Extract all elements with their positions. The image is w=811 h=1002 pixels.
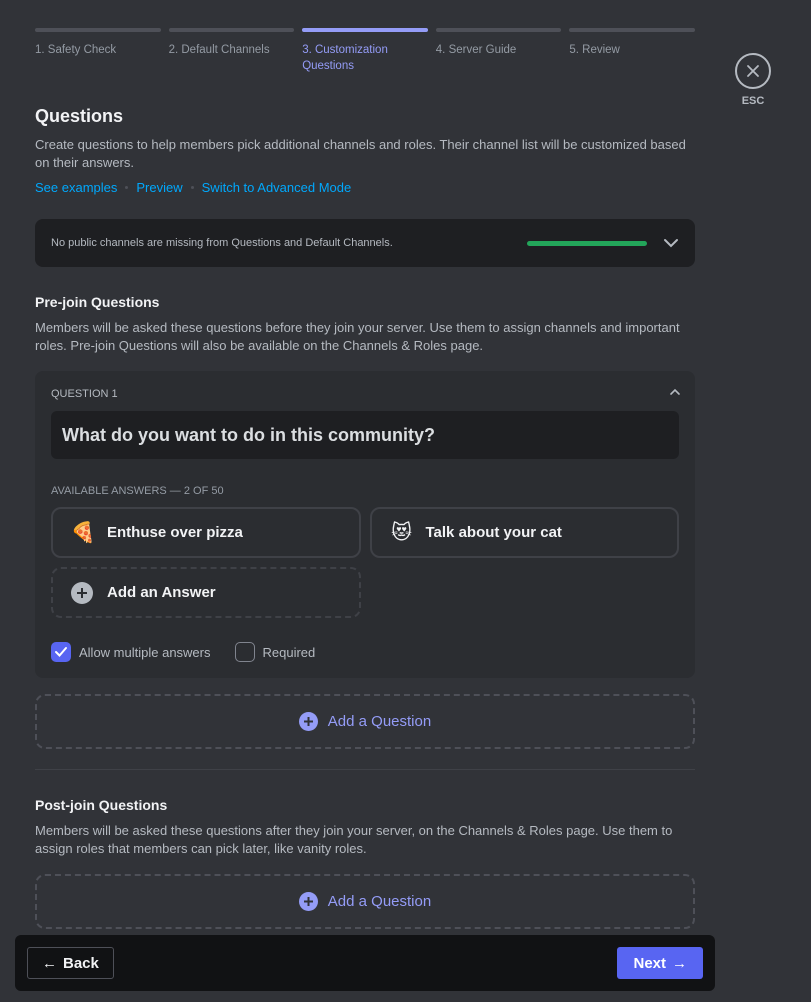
step-label: 1. Safety Check xyxy=(35,44,117,56)
question-options: Allow multiple answers Required xyxy=(51,642,679,662)
next-label: Next xyxy=(633,954,666,972)
checkbox-checked[interactable] xyxy=(51,642,71,662)
question-input[interactable]: What do you want to do in this community… xyxy=(51,411,679,459)
prejoin-description: Members will be asked these questions be… xyxy=(35,320,680,353)
page-title: Questions xyxy=(35,106,124,126)
chevron-up-icon[interactable] xyxy=(669,383,681,401)
back-label: Back xyxy=(63,954,99,972)
required-checkbox[interactable]: Required xyxy=(234,642,316,662)
advanced-mode-link[interactable]: Switch to Advanced Mode xyxy=(202,180,352,195)
next-button[interactable]: Next → xyxy=(617,947,703,979)
status-text: No public channels are missing from Ques… xyxy=(51,237,393,249)
answer-text: Enthuse over pizza xyxy=(107,524,243,541)
page-description: Create questions to help members pick ad… xyxy=(35,137,686,170)
postjoin-description: Members will be asked these questions af… xyxy=(35,823,673,856)
step-bar xyxy=(35,28,161,32)
step-bar xyxy=(569,28,695,32)
step-safety-check[interactable]: 1. Safety Check xyxy=(35,28,161,74)
arrow-right-icon: → xyxy=(672,954,687,972)
separator-dot xyxy=(190,186,194,189)
header-links: See examples Preview Switch to Advanced … xyxy=(35,180,695,195)
prejoin-title: Pre-join Questions xyxy=(35,294,160,310)
postjoin-title: Post-join Questions xyxy=(35,797,168,813)
separator-dot xyxy=(125,186,129,189)
add-postjoin-question-button[interactable]: Add a Question xyxy=(35,874,695,929)
step-bar xyxy=(302,28,428,32)
add-answer-label: Add an Answer xyxy=(107,584,216,601)
see-examples-link[interactable]: See examples xyxy=(35,180,117,195)
add-answer-button[interactable]: Add an Answer xyxy=(51,567,361,618)
answers-grid: 🍕 Enthuse over pizza 😻 Talk about your c… xyxy=(51,507,679,618)
add-question-label: Add a Question xyxy=(327,713,432,730)
close-icon xyxy=(735,53,771,89)
section-divider xyxy=(35,769,695,770)
step-review[interactable]: 5. Review xyxy=(569,28,695,74)
answers-label: AVAILABLE ANSWERS — 2 OF 50 xyxy=(51,485,224,497)
step-bar xyxy=(168,28,295,32)
pizza-icon: 🍕 xyxy=(70,522,96,544)
plus-circle-icon xyxy=(298,712,318,731)
step-label: 5. Review xyxy=(569,44,620,56)
step-default-channels[interactable]: 2. Default Channels xyxy=(168,28,295,74)
chevron-down-icon[interactable] xyxy=(663,238,679,248)
step-label: 3. Customization Questions xyxy=(302,44,388,72)
answer-item[interactable]: 😻 Talk about your cat xyxy=(369,507,679,558)
stepper: 1. Safety Check 2. Default Channels 3. C… xyxy=(35,28,695,74)
close-button[interactable]: ESC xyxy=(735,53,771,107)
esc-label: ESC xyxy=(741,95,765,107)
question-card: QUESTION 1 What do you want to do in thi… xyxy=(35,371,695,678)
back-button[interactable]: ← Back xyxy=(27,947,114,979)
add-prejoin-question-button[interactable]: Add a Question xyxy=(35,694,695,749)
preview-link[interactable]: Preview xyxy=(136,180,182,195)
plus-circle-icon xyxy=(71,581,93,604)
step-bar xyxy=(435,28,562,32)
question-label: QUESTION 1 xyxy=(51,388,118,400)
answer-item[interactable]: 🍕 Enthuse over pizza xyxy=(51,507,361,558)
required-label: Required xyxy=(262,644,316,660)
step-customization-questions[interactable]: 3. Customization Questions xyxy=(302,28,428,74)
allow-multiple-checkbox[interactable]: Allow multiple answers xyxy=(51,642,211,662)
checkbox-unchecked[interactable] xyxy=(234,642,255,662)
progress-fill xyxy=(527,240,647,246)
step-label: 4. Server Guide xyxy=(435,44,517,56)
step-label: 2. Default Channels xyxy=(168,44,270,56)
coverage-progress-bar xyxy=(527,240,647,246)
check-icon xyxy=(55,647,67,657)
step-server-guide[interactable]: 4. Server Guide xyxy=(435,28,562,74)
channel-coverage-status[interactable]: No public channels are missing from Ques… xyxy=(35,219,695,267)
answer-text: Talk about your cat xyxy=(425,524,562,541)
add-question-label: Add a Question xyxy=(327,893,432,910)
heart-eyes-cat-icon: 😻 xyxy=(391,522,412,544)
footer-bar: ← Back Next → xyxy=(15,935,715,991)
arrow-left-icon: ← xyxy=(42,954,57,972)
plus-circle-icon xyxy=(298,892,318,911)
main-content: Questions Create questions to help membe… xyxy=(35,104,695,929)
allow-multiple-label: Allow multiple answers xyxy=(79,644,211,660)
